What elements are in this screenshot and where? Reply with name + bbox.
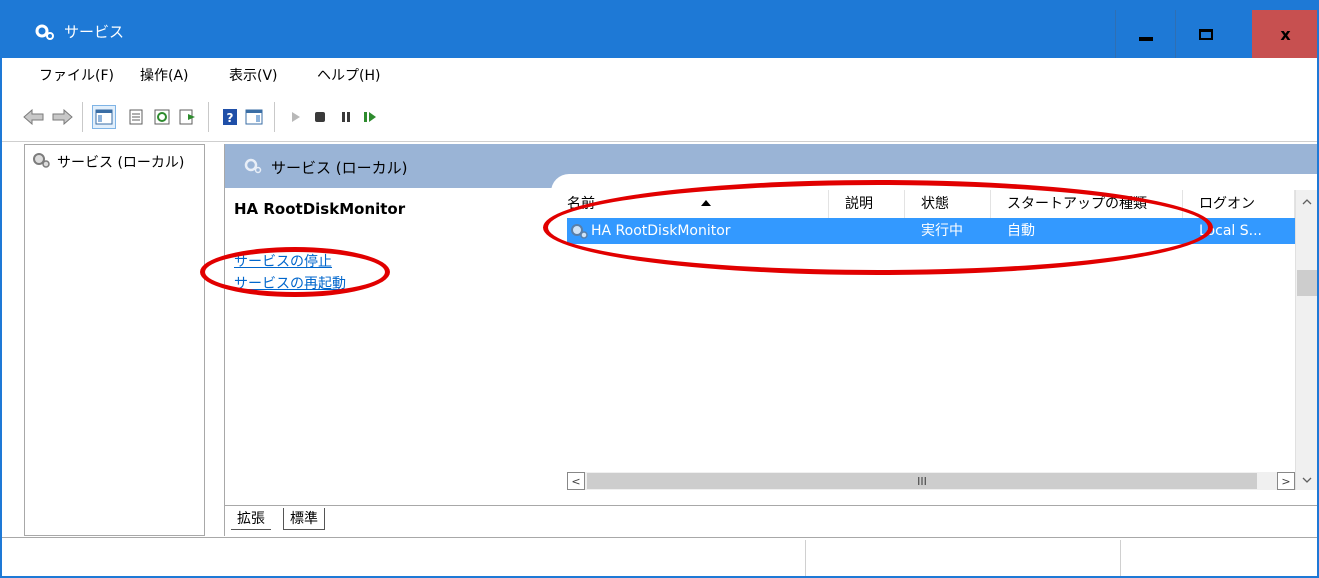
tab-standard[interactable]: 標準 [283,508,325,530]
horizontal-scrollbar[interactable]: < III > [567,472,1295,490]
toolbar-separator [274,102,275,132]
close-icon: x [1280,24,1291,44]
view-tabs: 拡張 標準 [225,505,1319,536]
action-pane-icon[interactable] [242,105,266,129]
start-icon[interactable] [284,105,308,129]
cell-description [845,218,915,244]
window-title: サービス [64,23,125,41]
console-tree: サービス (ローカル) [24,144,205,536]
details-pane: サービス (ローカル) HA RootDiskMonitor サービスの停止 サ… [224,144,1319,536]
help-icon[interactable]: ? [218,105,242,129]
gear-icon [34,22,56,42]
services-list: 名前 説明 状態 スタートアップの種類 ログオン HA RootDiskMoni… [551,174,1319,505]
vertical-scrollbar[interactable] [1295,190,1318,490]
cell-status: 実行中 [921,223,963,239]
restart-icon[interactable] [358,105,382,129]
export-list-icon[interactable] [176,105,200,129]
toolbar-separator [82,102,83,132]
column-header-startup-type[interactable]: スタートアップの種類 [991,190,1183,218]
maximize-button[interactable] [1175,10,1235,58]
scroll-up-icon[interactable] [1296,192,1318,212]
column-header-name[interactable]: 名前 [551,190,829,218]
title-bar: サービス x [0,0,1319,58]
status-divider [805,540,806,576]
properties-icon[interactable] [124,105,148,129]
back-arrow-icon[interactable] [22,105,46,129]
selected-service-name: HA RootDiskMonitor [234,200,406,218]
restart-service-link[interactable]: サービスの再起動 [234,273,346,293]
scroll-right-icon[interactable]: > [1277,472,1295,490]
scroll-down-icon[interactable] [1296,470,1318,490]
column-header-status[interactable]: 状態 [905,190,991,218]
column-header-description[interactable]: 説明 [829,190,905,218]
forward-arrow-icon[interactable] [50,105,74,129]
pane-header-title: サービス (ローカル) [271,158,408,177]
vertical-scroll-thumb[interactable] [1297,270,1317,296]
maximize-icon [1198,28,1213,40]
description-pane: HA RootDiskMonitor サービスの停止 サービスの再起動 [225,188,565,505]
status-bar [2,537,1317,578]
show-hide-tree-icon[interactable] [92,105,116,129]
menu-file[interactable]: ファイル(F) [39,67,114,85]
gear-icon [569,218,591,244]
minimize-icon [1138,37,1153,41]
menu-bar: ファイル(F) 操作(A) 表示(V) ヘルプ(H) [2,58,1317,94]
cell-service-name: HA RootDiskMonitor [591,223,731,239]
gear-icon [31,151,51,173]
pause-icon[interactable] [334,105,358,129]
tree-item-services-local[interactable]: サービス (ローカル) [31,151,184,173]
horizontal-scroll-thumb[interactable]: III [587,473,1257,489]
cell-logon: Local S... [1199,223,1262,239]
minimize-button[interactable] [1115,10,1175,58]
menu-help[interactable]: ヘルプ(H) [317,67,380,85]
gear-icon [243,156,263,178]
menu-view[interactable]: 表示(V) [229,67,278,85]
cell-startup-type: 自動 [1007,223,1035,239]
tab-extended[interactable]: 拡張 [231,508,271,530]
toolbar-separator [208,102,209,132]
scroll-left-icon[interactable]: < [567,472,585,490]
status-divider [1120,540,1121,576]
tree-item-label: サービス (ローカル) [57,155,185,171]
stop-service-link[interactable]: サービスの停止 [234,251,332,271]
table-row[interactable]: HA RootDiskMonitor 実行中 自動 Local S... [567,218,1295,244]
sort-ascending-icon [701,200,711,206]
column-header-logon[interactable]: ログオン [1183,190,1295,218]
close-button[interactable]: x [1252,10,1319,58]
svg-text:?: ? [227,111,234,125]
toolbar: ? [2,94,1317,142]
menu-action[interactable]: 操作(A) [140,67,189,85]
refresh-icon[interactable] [150,105,174,129]
stop-icon[interactable] [308,105,332,129]
